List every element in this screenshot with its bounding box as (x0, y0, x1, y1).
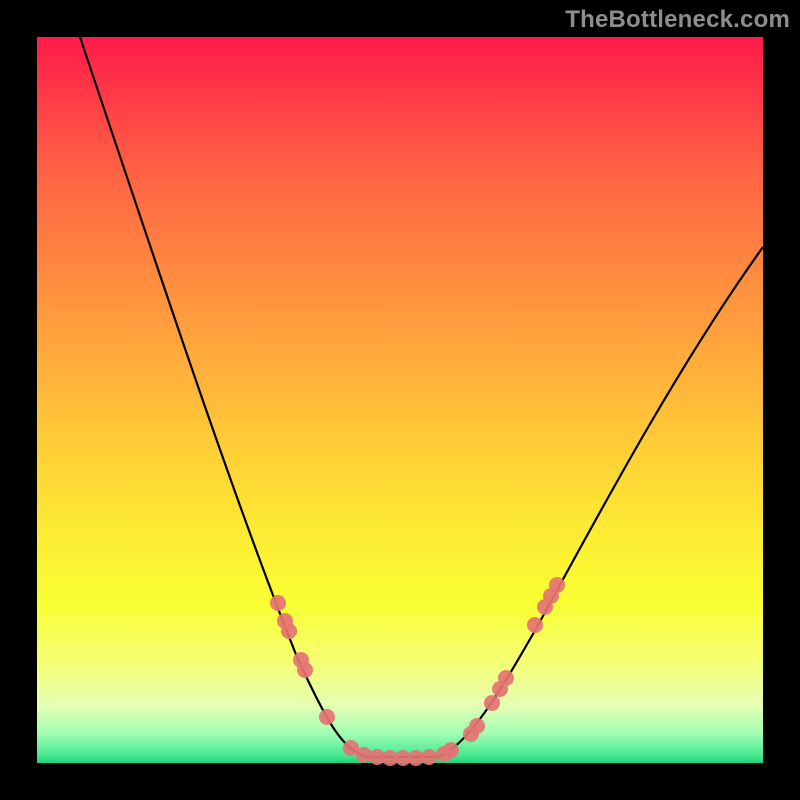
curve-right (437, 247, 763, 757)
data-point (443, 742, 459, 758)
chart-frame: TheBottleneck.com (0, 0, 800, 800)
data-point (319, 709, 335, 725)
data-point (270, 595, 286, 611)
data-point (281, 623, 297, 639)
chart-overlay (37, 37, 763, 763)
data-point (484, 695, 500, 711)
data-point (498, 670, 514, 686)
watermark-text: TheBottleneck.com (565, 6, 790, 34)
points-group (270, 577, 565, 766)
curve-left (78, 31, 368, 757)
data-point (297, 662, 313, 678)
data-point (469, 718, 485, 734)
data-point (549, 577, 565, 593)
curve-group (78, 31, 763, 757)
data-point (421, 749, 437, 765)
data-point (527, 617, 543, 633)
